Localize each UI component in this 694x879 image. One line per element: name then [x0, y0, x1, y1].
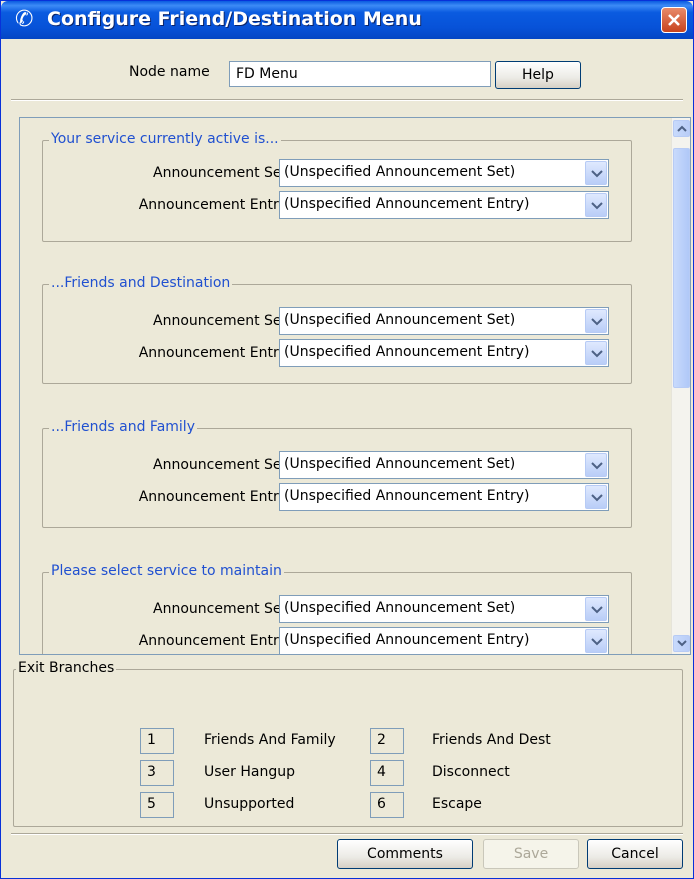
comments-button[interactable]: Comments [337, 839, 473, 869]
announcement-set-select[interactable]: (Unspecified Announcement Set) [279, 307, 609, 335]
exit-branch-number: 2 [370, 728, 404, 754]
exit-branch-number: 5 [140, 792, 174, 818]
scroll-down-button[interactable] [673, 635, 690, 652]
announcement-entry-value: (Unspecified Announcement Entry) [284, 632, 530, 648]
chevron-down-icon[interactable] [585, 453, 607, 477]
chevron-down-icon[interactable] [585, 309, 607, 333]
node-name-input[interactable] [229, 61, 491, 87]
chevron-down-icon[interactable] [585, 485, 607, 509]
chevron-down-icon[interactable] [585, 161, 607, 185]
group-title: Please select service to maintain [49, 563, 284, 579]
announcement-entry-value: (Unspecified Announcement Entry) [284, 196, 530, 212]
announcement-set-value: (Unspecified Announcement Set) [284, 600, 516, 616]
announcement-entry-select[interactable]: (Unspecified Announcement Entry) [279, 483, 609, 511]
announcement-set-label: Announcement Set [153, 457, 287, 473]
announcement-set-select[interactable]: (Unspecified Announcement Set) [279, 159, 609, 187]
announcement-set-label: Announcement Set [153, 601, 287, 617]
chevron-down-icon[interactable] [585, 341, 607, 365]
scrollbar-thumb[interactable] [673, 148, 690, 388]
scroll-up-button[interactable] [673, 120, 690, 137]
exit-branch-number: 3 [140, 760, 174, 786]
announcement-set-select[interactable]: (Unspecified Announcement Set) [279, 595, 609, 623]
exit-branch-name: Disconnect [432, 764, 510, 780]
group-service-active: Your service currently active is... Anno… [42, 131, 632, 242]
divider [11, 833, 683, 835]
announcement-set-value: (Unspecified Announcement Set) [284, 164, 516, 180]
close-button[interactable] [661, 7, 687, 33]
chevron-down-icon [677, 640, 687, 647]
announcement-entry-value: (Unspecified Announcement Entry) [284, 488, 530, 504]
chevron-down-icon[interactable] [585, 597, 607, 621]
announcement-entry-label: Announcement Entry [138, 345, 287, 361]
help-button[interactable]: Help [495, 61, 581, 89]
announcement-entry-label: Announcement Entry [138, 197, 287, 213]
announcement-entry-select[interactable]: (Unspecified Announcement Entry) [279, 339, 609, 367]
configure-dialog: ✆ Configure Friend/Destination Menu Node… [0, 0, 694, 879]
group-title: ...Friends and Family [49, 419, 197, 435]
exit-branch-name: Friends And Family [204, 732, 336, 748]
cancel-button[interactable]: Cancel [587, 839, 683, 869]
chevron-down-icon[interactable] [585, 193, 607, 217]
exit-branch-name: User Hangup [204, 764, 295, 780]
announcement-set-value: (Unspecified Announcement Set) [284, 312, 516, 328]
close-icon [668, 14, 680, 26]
announcement-entry-label: Announcement Entry [138, 489, 287, 505]
chevron-up-icon [677, 125, 687, 132]
title-bar[interactable]: ✆ Configure Friend/Destination Menu [1, 1, 693, 39]
node-name-row: Node name Help [1, 59, 693, 89]
divider [11, 99, 683, 101]
announcement-set-select[interactable]: (Unspecified Announcement Set) [279, 451, 609, 479]
announcement-scroll-pane[interactable]: Your service currently active is... Anno… [19, 117, 691, 655]
group-title: ...Friends and Destination [49, 275, 233, 291]
announcement-entry-select[interactable]: (Unspecified Announcement Entry) [279, 191, 609, 219]
exit-branch-number: 6 [370, 792, 404, 818]
vertical-scrollbar[interactable] [671, 118, 690, 654]
exit-branches-title: Exit Branches [16, 660, 117, 676]
exit-branch-name: Friends And Dest [432, 732, 551, 748]
exit-branches-group: Exit Branches 1 Friends And Family 2 Fri… [13, 660, 683, 827]
node-name-label: Node name [129, 64, 210, 80]
announcement-set-label: Announcement Set [153, 165, 287, 181]
group-title: Your service currently active is... [49, 131, 281, 147]
exit-branch-name: Unsupported [204, 796, 295, 812]
window-title: Configure Friend/Destination Menu [47, 8, 422, 30]
announcement-entry-label: Announcement Entry [138, 633, 287, 649]
announcement-set-value: (Unspecified Announcement Set) [284, 456, 516, 472]
save-button[interactable]: Save [483, 839, 579, 869]
exit-branch-number: 4 [370, 760, 404, 786]
exit-branch-name: Escape [432, 796, 482, 812]
announcement-set-label: Announcement Set [153, 313, 287, 329]
exit-branch-number: 1 [140, 728, 174, 754]
phone-icon: ✆ [15, 7, 34, 32]
group-select-service: Please select service to maintain Announ… [42, 563, 632, 654]
chevron-down-icon[interactable] [585, 629, 607, 653]
group-friends-family: ...Friends and Family Announcement Set (… [42, 419, 632, 528]
group-friends-destination: ...Friends and Destination Announcement … [42, 275, 632, 384]
announcement-entry-select[interactable]: (Unspecified Announcement Entry) [279, 627, 609, 654]
announcement-entry-value: (Unspecified Announcement Entry) [284, 344, 530, 360]
